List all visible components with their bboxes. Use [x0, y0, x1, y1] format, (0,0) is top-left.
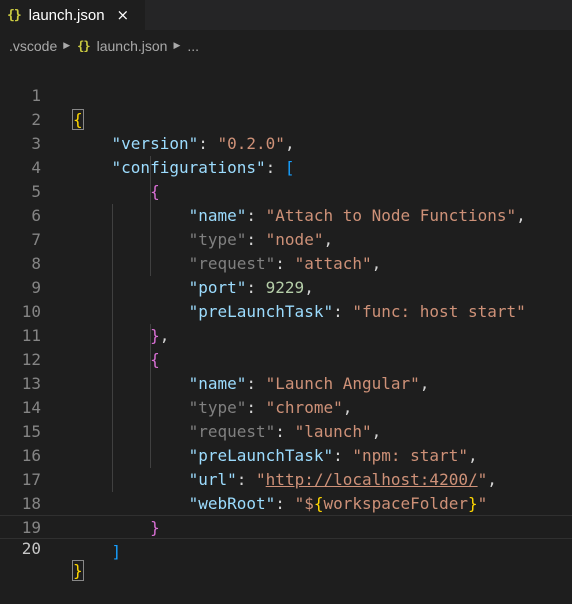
json-file-icon: {}	[7, 7, 22, 23]
code-line: 6 "type": "node",	[0, 180, 572, 249]
code-line: 2 "version": "0.2.0",	[0, 84, 572, 153]
breadcrumb-folder[interactable]: .vscode	[9, 38, 57, 54]
code-line: 15 "preLaunchTask": "npm: start",	[0, 396, 572, 465]
code-line: 18 }	[0, 468, 572, 537]
code-line: 11 {	[0, 300, 572, 369]
close-icon[interactable]: ×	[117, 6, 130, 24]
code-line: 7 "request": "attach",	[0, 204, 572, 273]
code-line: 14 "request": "launch",	[0, 372, 572, 441]
close-bracket: ]	[111, 542, 122, 561]
breadcrumb-symbols[interactable]: ...	[187, 38, 199, 54]
code-line: 1 {	[0, 60, 572, 130]
code-line: 5 "name": "Attach to Node Functions",	[0, 156, 572, 225]
code-line: 12 "name": "Launch Angular",	[0, 324, 572, 393]
line-number: 20	[21, 539, 41, 558]
tab-launch-json[interactable]: {} launch.json ×	[0, 0, 145, 30]
code-line: 3 "configurations": [	[0, 108, 572, 177]
code-line: 10 },	[0, 276, 572, 345]
code-line-current: 20 }	[0, 515, 572, 581]
code-line: 19 ]	[0, 492, 572, 561]
code-line: 16 "url": "http://localhost:4200/",	[0, 420, 572, 489]
breadcrumb: .vscode ▶ {} launch.json ▶ ...	[0, 34, 572, 58]
tab-label: launch.json	[28, 6, 105, 24]
code-line: 4 {	[0, 132, 572, 201]
tab-bar: {} launch.json ×	[0, 0, 572, 30]
chevron-right-icon: ▶	[173, 41, 181, 51]
code-line: 8 "port": 9229,	[0, 228, 572, 297]
breadcrumb-file[interactable]: launch.json	[97, 38, 168, 54]
code-line: 9 "preLaunchTask": "func: host start"	[0, 252, 572, 321]
code-line: 17 "webRoot": "${workspaceFolder}"	[0, 444, 572, 513]
close-brace: }	[72, 560, 84, 581]
code-editor[interactable]: 1 { 2 "version": "0.2.0", 3 "configurati…	[0, 60, 572, 581]
json-file-icon: {}	[77, 39, 90, 53]
chevron-right-icon: ▶	[63, 41, 71, 51]
code-line: 13 "type": "chrome",	[0, 348, 572, 417]
